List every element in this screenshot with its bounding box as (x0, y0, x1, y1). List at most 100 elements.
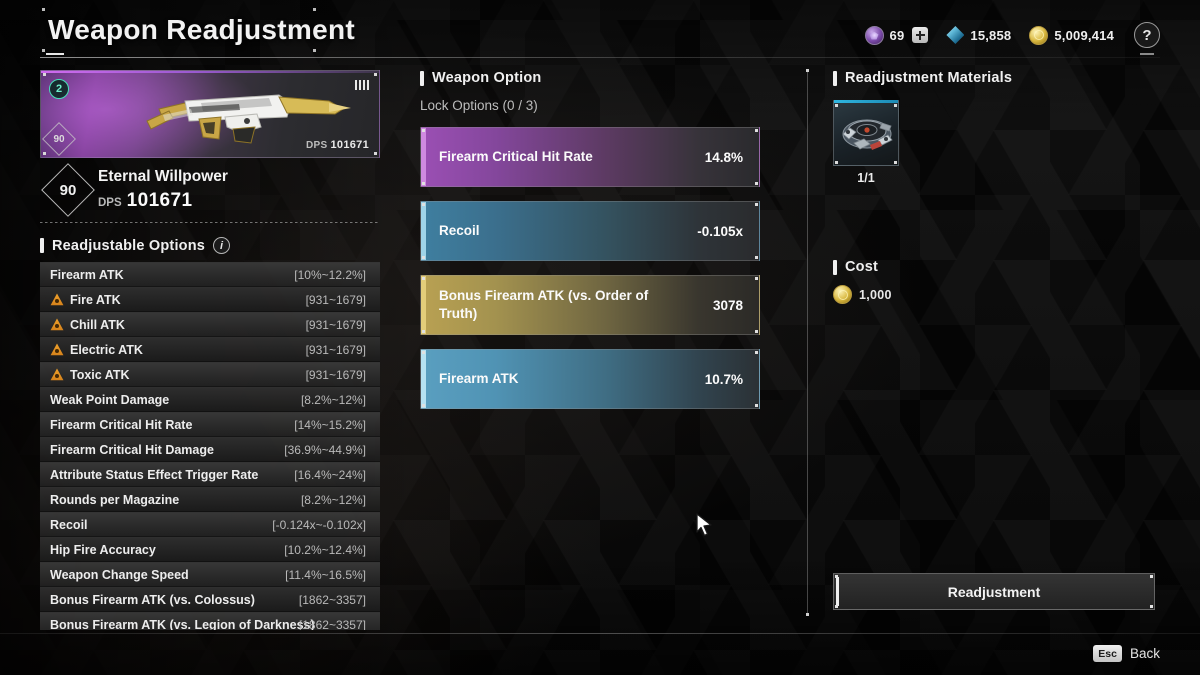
readjustable-option-row[interactable]: Attribute Status Effect Trigger Rate [16.… (40, 462, 380, 487)
option-bar-accent-edge (421, 128, 426, 186)
weapon-tier-badge: 2 (49, 79, 69, 99)
cost-value: 1,000 (859, 287, 892, 302)
readjustable-option-row[interactable]: Weapon Change Speed [11.4%~16.5%] (40, 562, 380, 587)
weapon-dps-value: 101671 (126, 190, 193, 211)
option-range: [931~1679] (305, 367, 366, 382)
option-bar-accent-edge (421, 202, 426, 260)
help-button[interactable]: ? (1134, 22, 1160, 48)
readjustable-options-list: Firearm ATK [10%~12.2%] Fire ATK [931~1679]… (40, 262, 380, 630)
readjustable-option-row[interactable]: Fire ATK [931~1679] (40, 287, 380, 312)
mouse-cursor (696, 513, 712, 537)
readjustable-option-row[interactable]: Toxic ATK [931~1679] (40, 362, 380, 387)
material-slot[interactable] (833, 100, 899, 166)
cost-row: 1,000 (833, 285, 1158, 304)
option-name: Firearm Critical Hit Rate (50, 417, 193, 432)
section-accent-bar (420, 70, 424, 86)
option-label-group: Attribute Status Effect Trigger Rate (50, 468, 258, 482)
option-label-group: Firearm Critical Hit Damage (50, 443, 214, 457)
machine-part-icon (842, 119, 893, 150)
button-accent-bar (836, 577, 839, 606)
option-label-group: Rounds per Magazine (50, 493, 179, 507)
option-range: [931~1679] (305, 342, 366, 357)
readjustable-option-row[interactable]: Firearm ATK [10%~12.2%] (40, 262, 380, 287)
option-bar-name: Firearm ATK (439, 370, 519, 386)
readjustable-option-row[interactable]: Hip Fire Accuracy [10.2%~12.4%] (40, 537, 380, 562)
cost-title: Cost (845, 259, 879, 275)
currency-gold-value: 5,009,414 (1054, 27, 1114, 43)
readjustment-button[interactable]: Readjustment (833, 573, 1155, 610)
option-label-group: Firearm ATK (50, 268, 124, 282)
material-count: 1/1 (857, 171, 875, 185)
left-panel: 2 90 DPS 101671 90 Eternal Willpower DPS… (40, 70, 380, 630)
materials-title: Readjustment Materials (845, 70, 1013, 86)
weapon-card[interactable]: 2 90 DPS 101671 (40, 70, 380, 158)
option-bar-accent-edge (421, 276, 426, 334)
warning-triangle-icon (50, 293, 64, 306)
weapon-level-badge: 90 (48, 170, 88, 210)
info-icon[interactable]: i (213, 237, 231, 254)
option-name: Firearm Critical Hit Damage (50, 442, 214, 457)
option-bar-value: -0.105x (697, 223, 743, 239)
column-divider (806, 69, 809, 616)
weapon-card-top-accent (41, 71, 379, 73)
readjustable-option-row[interactable]: Electric ATK [931~1679] (40, 337, 380, 362)
weapon-option-bar[interactable]: Bonus Firearm ATK (vs. Order of Truth) 30… (420, 275, 760, 335)
readjustable-option-row[interactable]: Bonus Firearm ATK (vs. Legion of Darknes… (40, 612, 380, 630)
option-name: Electric ATK (70, 342, 143, 357)
option-range: [-0.124x~-0.102x] (272, 517, 366, 532)
readjustable-option-row[interactable]: Weak Point Damage [8.2%~12%] (40, 387, 380, 412)
readjustable-option-row[interactable]: Recoil [-0.124x~-0.102x] (40, 512, 380, 537)
page-title: Weapon Readjustment (48, 14, 356, 45)
option-label-group: Weak Point Damage (50, 393, 169, 407)
option-label-group: Weapon Change Speed (50, 568, 189, 582)
warning-triangle-icon (50, 318, 64, 331)
option-range: [36.9%~44.9%] (284, 442, 366, 457)
option-name: Fire ATK (70, 292, 121, 307)
option-bar-value: 14.8% (704, 149, 743, 165)
lock-options-label: Lock Options (0 / 3) (420, 98, 538, 113)
purple-orb-icon (864, 25, 884, 45)
option-bar-value: 3078 (712, 297, 743, 313)
section-accent-bar (40, 238, 44, 253)
materials-header: Readjustment Materials (833, 70, 1158, 86)
weapon-option-title: Weapon Option (432, 70, 542, 86)
weapon-option-bar[interactable]: Firearm ATK 10.7% (420, 349, 760, 409)
weapon-option-bar[interactable]: Recoil -0.105x (420, 201, 760, 261)
readjustable-option-row[interactable]: Bonus Firearm ATK (vs. Colossus) [1862~33… (40, 587, 380, 612)
option-label-group: Electric ATK (50, 343, 143, 357)
option-range: [8.2%~12%] (300, 492, 366, 507)
readjustable-option-row[interactable]: Chill ATK [931~1679] (40, 312, 380, 337)
option-name: Weapon Change Speed (50, 567, 189, 582)
weapon-name: Eternal Willpower (98, 168, 228, 185)
option-range: [10%~12.2%] (294, 267, 366, 282)
readjustable-option-row[interactable]: Firearm Critical Hit Damage [36.9%~44.9%] (40, 437, 380, 462)
back-label[interactable]: Back (1130, 646, 1160, 661)
option-name: Weak Point Damage (50, 392, 170, 407)
option-range: [1862~3357] (298, 617, 366, 631)
weapon-option-bar[interactable]: Firearm Critical Hit Rate 14.8% (420, 127, 760, 187)
currency-gold: 5,009,414 (1029, 25, 1114, 45)
left-panel-divider (40, 222, 380, 223)
readjustable-options-header: Readjustable Options i (40, 237, 380, 254)
header-divider (40, 57, 1160, 58)
gold-coin-icon (833, 285, 852, 304)
option-label-group: Hip Fire Accuracy (50, 543, 156, 557)
currency-bar: 69 15,858 5,009,414 ? (847, 20, 1160, 50)
readjustment-button-label: Readjustment (947, 583, 1041, 600)
readjustable-option-row[interactable]: Rounds per Magazine [8.2%~12%] (40, 487, 380, 512)
weapon-illustration (146, 94, 351, 144)
option-bar-accent-edge (421, 350, 426, 408)
option-name: Bonus Firearm ATK (vs. Colossus) (50, 592, 255, 607)
option-label-group: Recoil (50, 518, 88, 532)
warning-triangle-icon (50, 343, 64, 356)
weapon-dps-label: DPS (98, 197, 122, 209)
option-name: Firearm ATK (50, 267, 124, 282)
readjustable-option-row[interactable]: Firearm Critical Hit Rate [14%~15.2%] (40, 412, 380, 437)
weapon-dps: DPS 101671 (98, 190, 192, 212)
add-currency-button[interactable] (912, 27, 929, 43)
weapon-card-dps-label: DPS (306, 140, 328, 151)
currency-blue-gem-value: 15,858 (970, 27, 1012, 43)
section-accent-bar (833, 70, 837, 86)
option-name: Recoil (50, 517, 88, 532)
option-range: [931~1679] (305, 292, 366, 307)
